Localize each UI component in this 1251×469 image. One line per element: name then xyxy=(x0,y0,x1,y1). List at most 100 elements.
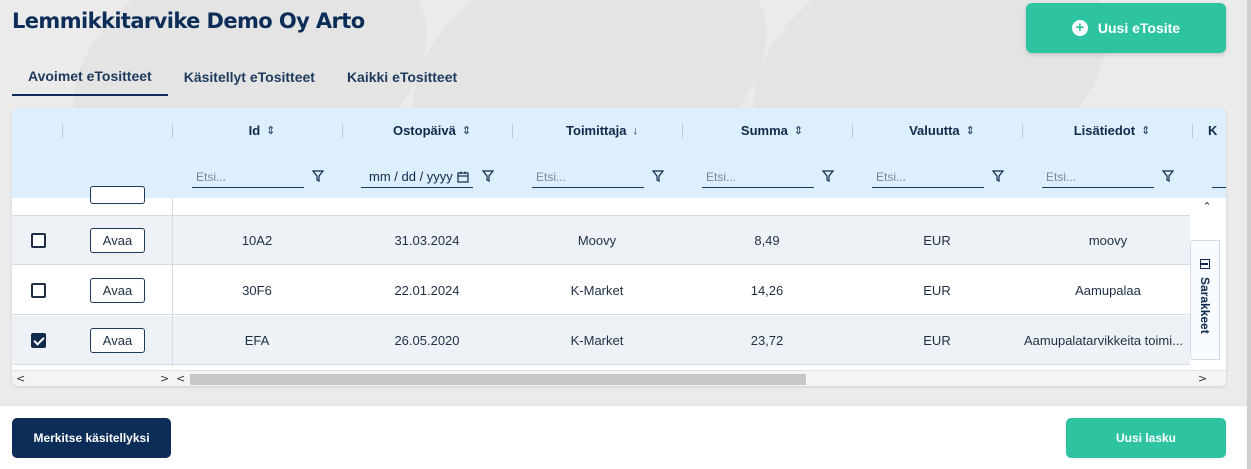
column-header-id[interactable]: Id ⇕ xyxy=(182,108,342,153)
column-header-supplier[interactable]: Toimittaja ↓ xyxy=(522,108,682,153)
filter-currency: Etsi... xyxy=(872,166,984,188)
column-header-label: Toimittaja xyxy=(566,123,627,138)
cell-supplier: K-Market xyxy=(570,333,624,348)
cell-supplier: K-Market xyxy=(570,283,624,298)
scroll-right-icon[interactable]: > xyxy=(1198,371,1207,386)
filter-id: Etsi... xyxy=(192,166,304,188)
tab-all-etositteet[interactable]: Kaikki eTositteet xyxy=(331,58,473,96)
filter-purchase-date: mm / dd / yyyy xyxy=(361,166,473,188)
mark-processed-button[interactable]: Merkitse käsitellyksi xyxy=(12,418,171,458)
cell-info: Aamupalatarvikkeita toimi... xyxy=(1024,333,1183,348)
sort-icon: ⇕ xyxy=(461,125,472,137)
filter-info-input[interactable]: Etsi... xyxy=(1042,166,1154,188)
scroll-right-icon[interactable]: > xyxy=(160,371,169,386)
filter-icon[interactable] xyxy=(1162,170,1174,182)
sort-icon: ⇕ xyxy=(266,125,276,137)
table-row-partial xyxy=(12,186,1190,216)
columns-panel-toggle[interactable]: Sarakkeet xyxy=(1190,240,1220,360)
cell-id: EFA xyxy=(244,333,270,348)
filter-icon[interactable] xyxy=(822,170,834,182)
filter-truncated-input[interactable] xyxy=(1212,166,1226,188)
cell-purchase-date: 26.05.2020 xyxy=(394,333,460,348)
sort-icon: ⇕ xyxy=(965,125,975,137)
sort-icon: ⇕ xyxy=(793,125,804,137)
row-checkbox[interactable] xyxy=(31,283,46,298)
row-checkbox-checked[interactable] xyxy=(31,333,46,348)
column-separator xyxy=(852,124,853,138)
cell-purchase-date: 31.03.2024 xyxy=(394,233,460,248)
new-etosite-label: Uusi eTosite xyxy=(1097,20,1181,36)
column-separator xyxy=(62,124,63,138)
column-header-purchase-date[interactable]: Ostopäivä ⇕ xyxy=(352,108,512,153)
cell-purchase-date: 22.01.2024 xyxy=(394,283,460,298)
filter-supplier: Etsi... xyxy=(532,166,644,188)
scrollbar-thumb[interactable] xyxy=(190,374,806,385)
cell-id: 10A2 xyxy=(241,233,273,248)
column-separator xyxy=(512,124,513,138)
column-header-currency[interactable]: Valuutta ⇕ xyxy=(862,108,1022,153)
column-separator xyxy=(1192,124,1193,138)
cell-sum: 14,26 xyxy=(750,283,784,298)
new-etosite-button[interactable]: + Uusi eTosite xyxy=(1026,3,1226,53)
tab-processed-etositteet[interactable]: Käsitellyt eTositteet xyxy=(168,58,331,96)
cell-info: Aamupalaa xyxy=(1075,283,1141,298)
new-invoice-button[interactable]: Uusi lasku xyxy=(1066,418,1226,458)
table-row[interactable]: Avaa 30F6 22.01.2024 K-Market 14,26 EUR … xyxy=(12,266,1190,315)
filter-currency-input[interactable]: Etsi... xyxy=(872,166,984,188)
column-separator xyxy=(342,124,343,138)
horizontal-scrollbar[interactable]: < > < > xyxy=(12,370,1226,386)
filter-info: Etsi... xyxy=(1042,166,1154,188)
plus-circle-icon: + xyxy=(1071,20,1088,36)
scroll-left-icon[interactable]: < xyxy=(176,371,185,386)
filter-icon[interactable] xyxy=(992,170,1004,182)
open-button[interactable] xyxy=(90,186,145,204)
filter-supplier-input[interactable]: Etsi... xyxy=(532,166,644,188)
cell-currency: EUR xyxy=(923,233,951,248)
purchase-date-input[interactable]: mm / dd / yyyy xyxy=(361,166,473,188)
filter-sum-input[interactable]: Etsi... xyxy=(702,166,814,188)
sort-descending-icon: ↓ xyxy=(632,124,638,137)
open-button[interactable]: Avaa xyxy=(90,278,145,303)
calendar-icon[interactable] xyxy=(457,171,469,183)
column-header-label: Ostopäivä xyxy=(392,123,456,138)
filter-truncated xyxy=(1212,166,1226,188)
table-row[interactable]: Avaa EFA 26.05.2020 K-Market 23,72 EUR A… xyxy=(12,316,1190,365)
pinned-column-divider xyxy=(172,198,173,366)
row-checkbox[interactable] xyxy=(31,233,46,248)
open-button[interactable]: Avaa xyxy=(90,228,145,253)
column-header-sum[interactable]: Summa ⇕ xyxy=(692,108,852,153)
date-placeholder: mm / dd / yyyy xyxy=(369,169,453,184)
filter-icon[interactable] xyxy=(312,170,324,182)
footer-bar: Merkitse käsitellyksi Uusi lasku xyxy=(0,405,1251,469)
cell-id: 30F6 xyxy=(242,283,272,298)
column-header-info[interactable]: Lisätiedot ⇕ xyxy=(1032,108,1192,153)
cell-supplier: Moovy xyxy=(577,233,617,248)
column-header-label: Lisätiedot xyxy=(1073,123,1136,138)
tab-open-etositteet[interactable]: Avoimet eTositteet xyxy=(12,58,168,96)
column-separator xyxy=(1022,124,1023,138)
scroll-left-icon[interactable]: < xyxy=(16,371,25,386)
sort-icon: ⇕ xyxy=(1141,125,1151,137)
tab-bar: Avoimet eTositteet Käsitellyt eTositteet… xyxy=(12,58,473,96)
scroll-up-arrow-icon[interactable]: ⌃ xyxy=(1200,200,1214,214)
columns-panel-label: Sarakkeet xyxy=(1198,277,1212,334)
column-header-label: Id xyxy=(248,123,261,138)
column-header-label: K xyxy=(1208,123,1218,138)
column-header-label: Summa xyxy=(740,123,788,138)
cell-info: moovy xyxy=(1088,233,1128,248)
column-header-truncated[interactable]: K xyxy=(1202,108,1226,153)
cell-currency: EUR xyxy=(923,333,951,348)
cell-sum: 8,49 xyxy=(754,233,780,248)
table-row[interactable]: Avaa 10A2 31.03.2024 Moovy 8,49 EUR moov… xyxy=(12,216,1190,265)
column-header-label: Valuutta xyxy=(909,123,960,138)
column-separator xyxy=(172,124,173,138)
grid-header: Id ⇕ Ostopäivä ⇕ Toimittaja ↓ Summa ⇕ Va… xyxy=(12,108,1226,198)
window-edge xyxy=(1247,0,1251,469)
open-button[interactable]: Avaa xyxy=(90,328,145,353)
filter-icon[interactable] xyxy=(652,170,664,182)
etosite-grid: Id ⇕ Ostopäivä ⇕ Toimittaja ↓ Summa ⇕ Va… xyxy=(12,108,1226,386)
column-separator xyxy=(682,124,683,138)
cell-sum: 23,72 xyxy=(750,333,784,348)
filter-id-input[interactable]: Etsi... xyxy=(192,166,304,188)
filter-icon[interactable] xyxy=(482,170,494,182)
